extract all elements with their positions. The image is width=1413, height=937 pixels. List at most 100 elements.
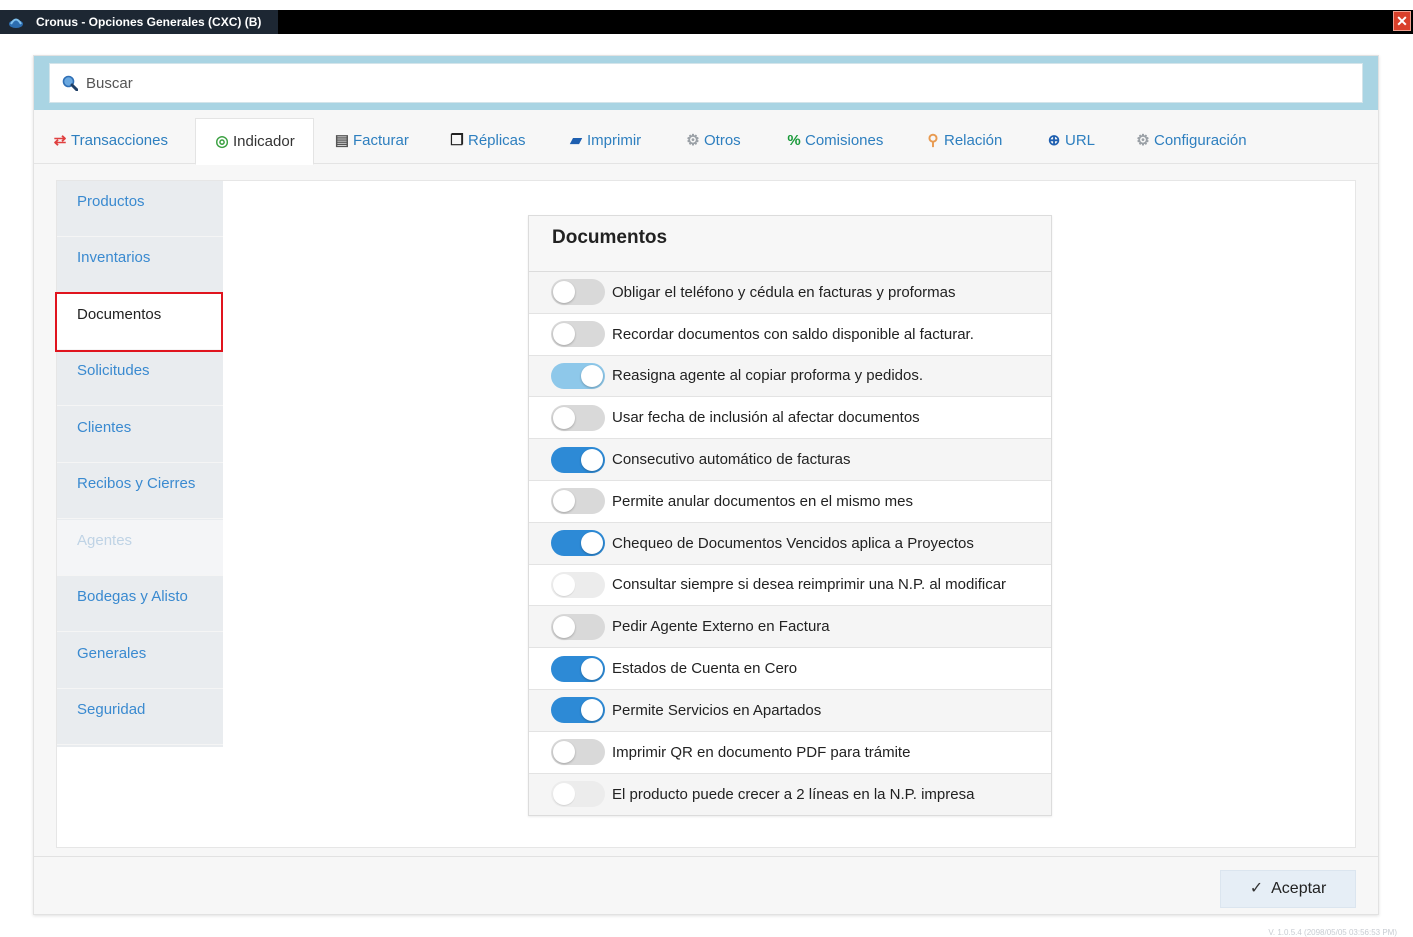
percent-icon: % xyxy=(787,132,801,149)
toggle-knob xyxy=(553,741,575,764)
window-titlebar: Cronus - Opciones Generales (CXC) (B) ✕ xyxy=(0,10,1413,34)
nav-item-seguridad[interactable]: Seguridad xyxy=(57,689,223,745)
window-title-tab: Cronus - Opciones Generales (CXC) (B) xyxy=(0,10,278,34)
option-label: Imprimir QR en documento PDF para trámit… xyxy=(612,743,911,761)
check-icon: ✓ xyxy=(1249,880,1264,897)
options-dialog: ⇄Transacciones ◎Indicador ▤Facturar ❐Rép… xyxy=(33,55,1379,915)
toggle-knob xyxy=(553,573,575,596)
option-label: El producto puede crecer a 2 líneas en l… xyxy=(612,785,975,803)
tab-label: Transacciones xyxy=(71,132,168,149)
documentos-panel: Documentos Obligar el teléfono y cédula … xyxy=(528,215,1052,816)
link-icon: ⚲ xyxy=(927,132,939,149)
toggle-switch[interactable] xyxy=(551,362,605,389)
search-input[interactable] xyxy=(86,64,1346,102)
nav-item-productos[interactable]: Productos xyxy=(57,181,223,237)
tab-label: URL xyxy=(1065,132,1096,149)
nav-item-agentes: Agentes xyxy=(57,520,223,576)
footer-divider xyxy=(34,856,1378,857)
nav-item-documentos[interactable]: Documentos xyxy=(57,294,223,350)
accept-button[interactable]: ✓ Aceptar xyxy=(1220,870,1356,908)
toggle-switch[interactable] xyxy=(551,404,605,431)
accept-label: Aceptar xyxy=(1271,880,1327,897)
nav-item-inventarios[interactable]: Inventarios xyxy=(57,237,223,293)
globe-icon: ⊕ xyxy=(1047,132,1061,149)
option-row: Recordar documentos con saldo disponible… xyxy=(529,314,1051,356)
tab-label: Facturar xyxy=(353,132,409,149)
tab-label: Comisiones xyxy=(805,132,884,149)
option-label: Pedir Agente Externo en Factura xyxy=(612,618,830,636)
toggle-switch[interactable] xyxy=(551,739,605,766)
tab-replicas[interactable]: ❐ Réplicas xyxy=(449,118,525,164)
search-box[interactable] xyxy=(49,63,1363,103)
toggle-switch[interactable] xyxy=(551,321,605,348)
app-logo-icon xyxy=(9,18,23,28)
option-label: Consultar siempre si desea reimprimir un… xyxy=(612,576,1007,594)
toggle-switch[interactable] xyxy=(551,655,605,682)
toggle-knob xyxy=(581,657,603,680)
option-row: Consultar siempre si desea reimprimir un… xyxy=(529,565,1051,607)
gears-icon: ⚙ xyxy=(686,132,700,149)
nav-item-solicitudes[interactable]: Solicitudes xyxy=(57,350,223,406)
toggle-knob xyxy=(581,364,603,387)
window-title: Cronus - Opciones Generales (CXC) (B) xyxy=(36,15,262,29)
toggle-knob xyxy=(553,323,575,346)
option-row: Imprimir QR en documento PDF para trámit… xyxy=(529,732,1051,774)
toggle-switch[interactable] xyxy=(551,279,605,306)
tab-label: Otros xyxy=(704,132,741,149)
toggle-switch[interactable] xyxy=(551,697,605,724)
option-label: Permite anular documentos en el mismo me… xyxy=(612,492,913,510)
invoice-icon: ▤ xyxy=(334,132,350,149)
option-row: Consecutivo automático de facturas xyxy=(529,439,1051,481)
search-band xyxy=(34,56,1378,110)
tab-label: Relación xyxy=(944,132,1003,149)
option-label: Chequeo de Documentos Vencidos aplica a … xyxy=(612,534,974,552)
toggle-switch xyxy=(551,781,605,808)
nav-item-clientes[interactable]: Clientes xyxy=(57,407,223,463)
section-nav: Productos Inventarios Documentos Solicit… xyxy=(55,181,223,747)
tab-label: Indicador xyxy=(233,133,295,150)
option-list: Obligar el teléfono y cédula en facturas… xyxy=(529,272,1051,816)
option-label: Permite Servicios en Apartados xyxy=(612,701,822,719)
copy-icon: ❐ xyxy=(450,132,464,149)
tab-relacion[interactable]: ⚲ Relación xyxy=(925,118,1003,164)
option-label: Usar fecha de inclusión al afectar docum… xyxy=(612,409,920,427)
tab-configuracion[interactable]: ⚙ Configuración xyxy=(1135,118,1246,164)
toggle-switch[interactable] xyxy=(551,613,605,640)
option-row: Usar fecha de inclusión al afectar docum… xyxy=(529,397,1051,440)
option-row: Obligar el teléfono y cédula en facturas… xyxy=(529,272,1051,314)
panel-title: Documentos xyxy=(529,216,1051,272)
option-row: Chequeo de Documentos Vencidos aplica a … xyxy=(529,522,1051,565)
nav-item-recibos-y-cierres[interactable]: Recibos y Cierres xyxy=(57,463,223,519)
close-icon: ✕ xyxy=(1396,13,1408,29)
tab-url[interactable]: ⊕ URL xyxy=(1046,118,1095,164)
toggle-knob xyxy=(553,406,575,429)
search-icon xyxy=(62,75,78,91)
tab-comisiones[interactable]: % Comisiones xyxy=(786,118,883,164)
option-row: Pedir Agente Externo en Factura xyxy=(529,606,1051,649)
version-label: V. 1.0.5.4 (2098/05/05 03:56:53 PM) xyxy=(1268,928,1397,937)
chart-icon: ▰ xyxy=(570,132,582,149)
option-label: Estados de Cuenta en Cero xyxy=(612,660,798,678)
tab-indicador[interactable]: ◎ Indicador xyxy=(195,118,314,165)
tab-facturar[interactable]: ▤ Facturar xyxy=(334,118,409,164)
nav-item-bodegas-y-alisto[interactable]: Bodegas y Alisto xyxy=(57,576,223,632)
tab-label: Imprimir xyxy=(587,132,642,149)
toggle-switch[interactable] xyxy=(551,530,605,557)
toggle-knob xyxy=(553,490,575,513)
option-row: Permite anular documentos en el mismo me… xyxy=(529,481,1051,523)
tab-otros[interactable]: ⚙ Otros xyxy=(685,118,741,164)
toggle-knob xyxy=(581,532,603,555)
toggle-knob xyxy=(581,699,603,722)
close-button[interactable]: ✕ xyxy=(1393,11,1411,31)
nav-item-generales[interactable]: Generales xyxy=(57,633,223,689)
tab-imprimir[interactable]: ▰ Imprimir xyxy=(568,118,641,164)
toggle-knob xyxy=(553,615,575,638)
target-icon: ◎ xyxy=(215,133,229,150)
transfer-icon: ⇄ xyxy=(53,132,67,149)
toggle-knob xyxy=(553,783,575,806)
tab-transacciones[interactable]: ⇄ Transacciones xyxy=(52,118,168,164)
toggle-switch[interactable] xyxy=(551,488,605,515)
toggle-switch[interactable] xyxy=(551,446,605,473)
option-row: Reasigna agente al copiar proforma y ped… xyxy=(529,355,1051,398)
tab-bar: ⇄ Transacciones ◎ Indicador ▤ Facturar ❐ Rép… xyxy=(34,116,1378,165)
